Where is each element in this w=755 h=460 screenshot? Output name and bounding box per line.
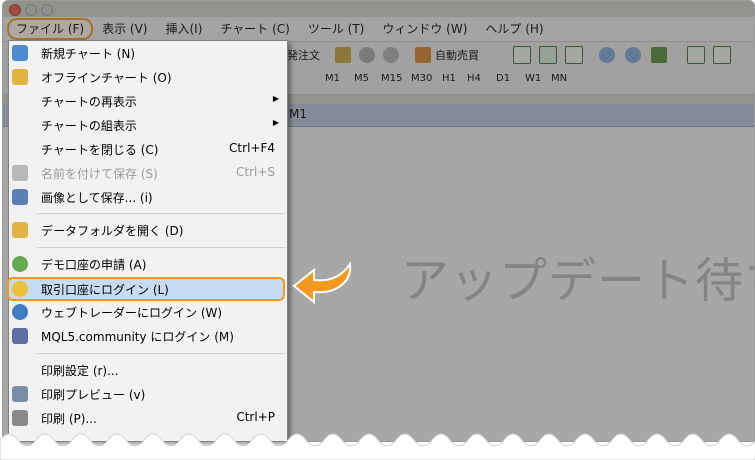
- menu-separator: [37, 213, 285, 214]
- menu-separator: [37, 247, 285, 248]
- save-icon: [12, 165, 28, 181]
- submenu-arrow-icon: ▶: [272, 118, 279, 127]
- pointer-arrow-icon: [292, 261, 352, 305]
- menu-item-save-image[interactable]: 画像として保存... (i): [9, 185, 287, 209]
- menu-item-close-chart[interactable]: チャートを閉じる (C) Ctrl+F4: [9, 137, 287, 161]
- folder-open-icon: [12, 69, 28, 85]
- menu-item-new-chart[interactable]: 新規チャート (N): [9, 41, 287, 65]
- menu-item-login-mql5[interactable]: MQL5.community にログイン (M): [9, 324, 287, 348]
- menu-item-demo-account[interactable]: デモ口座の申請 (A): [9, 252, 287, 276]
- menu-item-print-setup[interactable]: 印刷設定 (r)...: [9, 358, 287, 382]
- save-image-icon: [12, 189, 28, 205]
- menu-item-login-trade-account[interactable]: 取引口座にログイン (L): [7, 277, 285, 301]
- print-icon: [12, 410, 28, 426]
- login-account-icon: [12, 281, 28, 297]
- menu-item-print-preview[interactable]: 印刷プレビュー (v): [9, 382, 287, 406]
- file-menu-dropdown: 新規チャート (N) オフラインチャート (O) チャートの再表示 ▶ チャート…: [7, 40, 288, 442]
- print-preview-icon: [12, 386, 28, 402]
- submenu-arrow-icon: ▶: [272, 94, 279, 103]
- menu-item-save-as: 名前を付けて保存 (S) Ctrl+S: [9, 161, 287, 185]
- menu-item-chart-group[interactable]: チャートの組表示 ▶: [9, 113, 287, 137]
- menu-item-login-webtrader[interactable]: ウェブトレーダーにログイン (W): [9, 300, 287, 324]
- demo-account-icon: [12, 256, 28, 272]
- menu-item-chart-redisplay[interactable]: チャートの再表示 ▶: [9, 89, 287, 113]
- folder-icon: [12, 222, 28, 238]
- webtrader-icon: [12, 304, 28, 320]
- menu-item-open-data-folder[interactable]: データフォルダを開く (D): [9, 218, 287, 242]
- mql5-icon: [12, 328, 28, 344]
- menu-item-print[interactable]: 印刷 (P)... Ctrl+P: [9, 406, 287, 430]
- menu-separator: [37, 353, 285, 354]
- torn-edge-decoration: [0, 433, 755, 460]
- menu-item-offline-chart[interactable]: オフラインチャート (O): [9, 65, 287, 89]
- new-chart-icon: [12, 45, 28, 61]
